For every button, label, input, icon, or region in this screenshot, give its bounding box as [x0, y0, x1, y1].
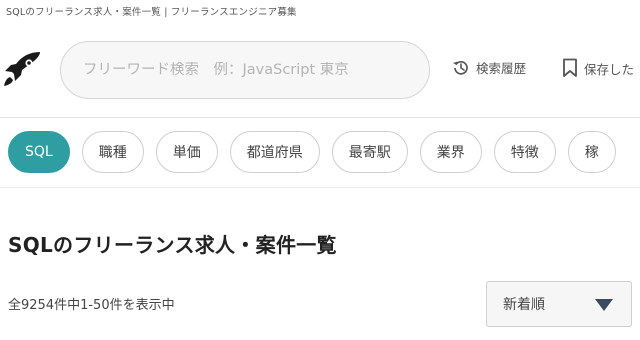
filter-chip-rate[interactable]: 単価 — [155, 131, 218, 173]
search-box[interactable] — [60, 41, 430, 99]
search-history-label: 検索履歴 — [476, 61, 527, 76]
saved-jobs-link[interactable]: 保存した — [562, 58, 634, 78]
filter-chip-job-type[interactable]: 職種 — [81, 131, 144, 173]
filters-divider — [0, 187, 640, 188]
filter-chip-more[interactable]: 稼 — [567, 131, 616, 173]
rocket-logo-icon[interactable] — [2, 50, 42, 90]
saved-jobs-label: 保存した — [584, 61, 635, 77]
caret-down-icon — [595, 299, 613, 311]
bookmark-icon — [562, 58, 584, 78]
filter-chip-station[interactable]: 最寄駅 — [331, 131, 408, 173]
filter-chip-sql[interactable]: SQL — [8, 131, 70, 173]
header-divider — [0, 117, 640, 118]
filter-chip-features[interactable]: 特徴 — [493, 131, 556, 173]
search-history-link[interactable]: 検索履歴 — [452, 58, 526, 77]
sort-select[interactable]: 新着順 — [486, 281, 632, 327]
history-icon — [452, 59, 476, 77]
filter-chip-prefecture[interactable]: 都道府県 — [229, 131, 320, 173]
search-input[interactable] — [83, 62, 429, 78]
sort-selected-label: 新着順 — [503, 297, 545, 313]
page-banner: SQLのフリーランス求人・案件一覧 | フリーランスエンジニア募集 — [6, 7, 297, 18]
result-count: 全9254件中1-50件を表示中 — [8, 298, 175, 313]
page-title: SQLのフリーランス求人・案件一覧 — [8, 233, 337, 257]
filter-chip-industry[interactable]: 業界 — [419, 131, 482, 173]
filter-chips: SQL 職種 単価 都道府県 最寄駅 業界 特徴 稼 — [8, 131, 616, 173]
page: SQLのフリーランス求人・案件一覧 | フリーランスエンジニア募集 検索履歴 — [0, 0, 640, 340]
